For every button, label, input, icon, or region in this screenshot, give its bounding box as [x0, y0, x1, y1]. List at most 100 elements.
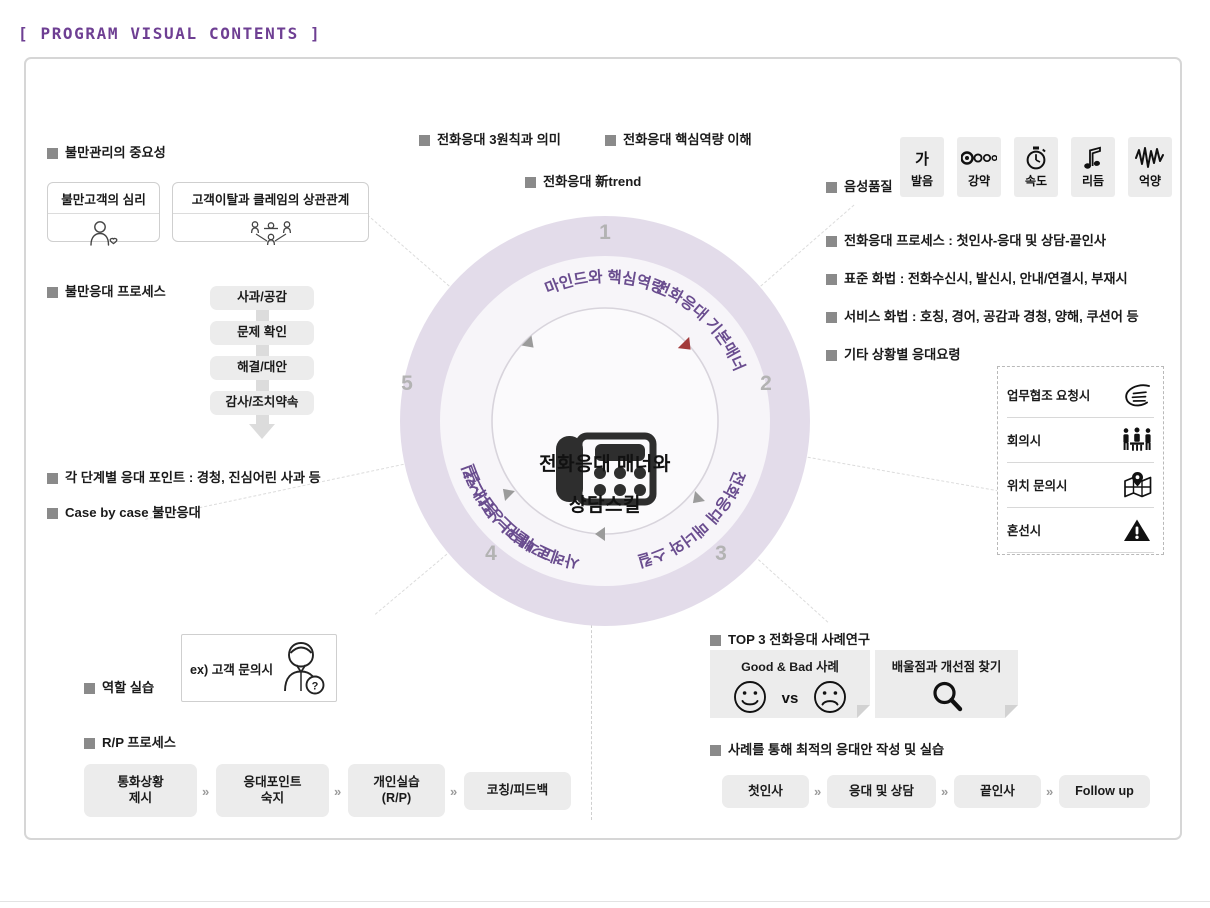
bullet-square-icon: [826, 274, 837, 285]
bullet-square-icon: [710, 745, 721, 756]
top-center-heading-2: 전화응대 핵심역량 이해: [605, 132, 752, 149]
practice-connector-1: »: [814, 784, 822, 799]
rp-step-3[interactable]: 개인실습 (R/P): [348, 764, 445, 817]
rp-step-2[interactable]: 응대포인트 숙지: [216, 764, 329, 817]
bullet-square-icon: [47, 148, 58, 159]
bullet-label: Case by case 불만응대: [65, 505, 201, 520]
voice-chip-speed[interactable]: 속도: [1014, 137, 1058, 197]
rp-step-4[interactable]: 코칭/피드백: [464, 772, 571, 810]
bullet-label: 전화응대 新trend: [543, 174, 642, 189]
card-title: 불만고객의 심리: [48, 183, 159, 214]
step-line1: 응대포인트: [243, 775, 302, 790]
process-connector-4: [256, 415, 269, 424]
bullet-square-icon: [84, 738, 95, 749]
bullet-square-icon: [419, 135, 430, 146]
map-pin-icon: [1120, 470, 1154, 500]
bullet-square-icon: [710, 635, 721, 646]
step-label: 첫인사: [748, 783, 783, 798]
chip-label: 억양: [1138, 174, 1162, 188]
segment-number-2: 2: [760, 372, 772, 395]
step-line2: 제시: [128, 790, 153, 805]
situation-row-location[interactable]: 위치 문의시: [1007, 463, 1154, 508]
process-step-1[interactable]: 사과/공감: [210, 286, 314, 310]
top-center-heading-1: 전화응대 3원칙과 의미: [419, 132, 561, 149]
card-body: [48, 214, 159, 252]
process-step-3[interactable]: 해결/대안: [210, 356, 314, 380]
rp-connector-2: »: [334, 784, 342, 799]
step-line1: 개인실습: [373, 775, 420, 790]
card-customer-psychology[interactable]: 불만고객의 심리: [47, 182, 160, 246]
chip-label: 강약: [967, 174, 991, 188]
voice-chip-rhythm[interactable]: 리듬: [1071, 137, 1115, 197]
voice-chip-pronunciation[interactable]: 가 발음: [900, 137, 944, 197]
situation-label: 회의시: [1007, 434, 1042, 448]
case-box-body: vs: [731, 675, 849, 718]
step-line1: 코칭/피드백: [486, 783, 549, 798]
bullet-square-icon: [47, 508, 58, 519]
card-churn-claim-correlation[interactable]: 고객이탈과 클레임의 상관관계: [172, 182, 369, 246]
magnifier-icon: [932, 681, 962, 711]
bullet-label: R/P 프로세스: [102, 735, 176, 750]
situation-label: 혼선시: [1007, 524, 1042, 538]
situation-label: 위치 문의시: [1007, 479, 1068, 493]
people-group-icon: [250, 221, 291, 246]
stopwatch-icon: [1025, 145, 1047, 171]
bullet-square-icon: [47, 287, 58, 298]
chip-label: 속도: [1024, 174, 1048, 188]
case-box-lessons[interactable]: 배울점과 개선점 찾기: [875, 650, 1018, 718]
practice-step-2[interactable]: 응대 및 상담: [827, 775, 936, 808]
practice-step-4[interactable]: Follow up: [1059, 775, 1150, 808]
situation-row-meeting[interactable]: 회의시: [1007, 418, 1154, 463]
voice-quality-heading: 음성품질: [826, 179, 893, 196]
chip-label: 발음: [910, 174, 934, 188]
meeting-people-icon: [1120, 425, 1154, 455]
practice-connector-2: »: [941, 784, 949, 799]
bullet-square-icon: [826, 236, 837, 247]
bullet-square-icon: [826, 350, 837, 361]
program-visual-contents-page: [ PROGRAM VISUAL CONTENTS ] 불만관리의 중요성 불만…: [0, 0, 1210, 908]
case-box-title: 배울점과 개선점 찾기: [891, 660, 1002, 674]
step-label: 문제 확인: [237, 325, 287, 340]
right-bullet-other-situations: 기타 상황별 응대요령: [826, 347, 961, 364]
voice-chip-intensity[interactable]: 강약: [957, 137, 1001, 197]
bullet-label: 역할 실습: [102, 680, 155, 695]
top-center-heading-3: 전화응대 新trend: [525, 174, 641, 191]
bullet-label: 표준 화법 : 전화수신시, 발신시, 안내/연결시, 부재시: [844, 271, 1128, 286]
top-left-heading: 불만관리의 중요성: [47, 145, 166, 162]
voice-chip-intonation[interactable]: 억양: [1128, 137, 1172, 197]
svg-text:?: ?: [312, 681, 319, 693]
roleplay-heading: 역할 실습: [84, 680, 154, 697]
step-line1: 통화상황: [117, 775, 164, 790]
practice-step-3[interactable]: 끝인사: [954, 775, 1041, 808]
step-label: 응대 및 상담: [849, 783, 914, 798]
rp-step-1[interactable]: 통화상황 제시: [84, 764, 197, 817]
bullet-label: 기타 상황별 응대요령: [844, 347, 961, 362]
hand-gesture-icon: [1120, 380, 1154, 410]
right-bullet-service-speech: 서비스 화법 : 호칭, 경어, 공감과 경청, 양해, 쿠션어 등: [826, 309, 1139, 326]
svg-text:vs: vs: [782, 690, 799, 707]
process-connector-2: [256, 345, 269, 356]
process-connector-1: [256, 310, 269, 321]
situation-row-cooperation[interactable]: 업무협조 요청시: [1007, 373, 1154, 418]
situation-label: 업무협조 요청시: [1007, 389, 1091, 403]
situation-row-crossed-line[interactable]: 혼선시: [1007, 508, 1154, 553]
case-box-good-bad[interactable]: Good & Bad 사례 vs: [710, 650, 870, 718]
volume-dots-icon: [961, 145, 997, 171]
process-connector-3: [256, 380, 269, 391]
segment-number-1: 1: [599, 221, 611, 244]
bullet-label: 전화응대 핵심역량 이해: [623, 132, 752, 147]
card-body: [173, 214, 368, 252]
core-title-line2: 상담스킬: [569, 495, 641, 516]
roleplay-example-box[interactable]: ex) 고객 문의시 ?: [181, 634, 337, 702]
right-bullet-standard-speech: 표준 화법 : 전화수신시, 발신시, 안내/연결시, 부재시: [826, 271, 1128, 288]
process-step-2[interactable]: 문제 확인: [210, 321, 314, 345]
practice-step-1[interactable]: 첫인사: [722, 775, 809, 808]
bullet-label: 사례를 통해 최적의 응대안 작성 및 실습: [728, 742, 945, 757]
process-step-4[interactable]: 감사/조치약속: [210, 391, 314, 415]
music-note-icon: [1082, 145, 1104, 171]
cycle-rings: 마인드와 핵심역량 전화응대 기본매너 전화응대 매너와 스킬 사례로 배우는 …: [400, 216, 810, 626]
bullet-square-icon: [826, 182, 837, 193]
case-study-heading: TOP 3 전화응대 사례연구: [710, 632, 870, 649]
hangul-ga-icon: 가: [915, 150, 929, 168]
bullet-label: 각 단계별 응대 포인트 : 경청, 진심어린 사과 등: [65, 470, 321, 485]
